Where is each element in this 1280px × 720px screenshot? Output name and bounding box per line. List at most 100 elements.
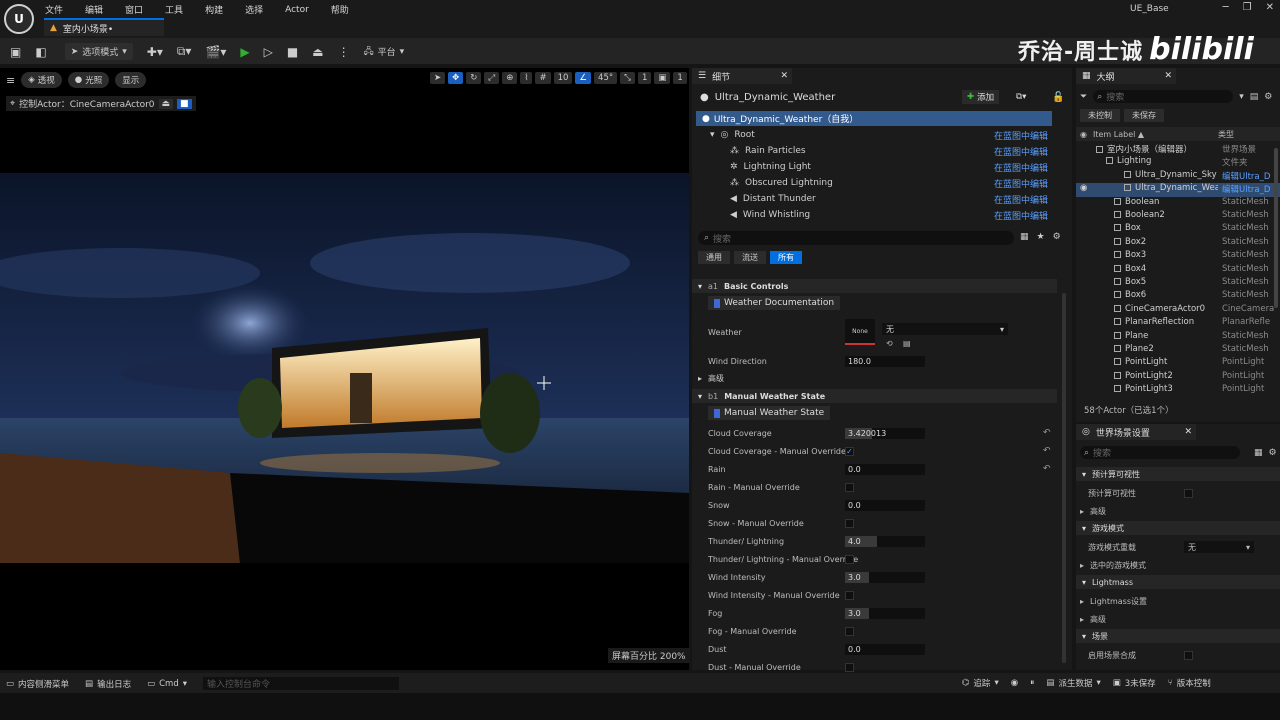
hamburger-icon[interactable]: ≡ bbox=[6, 74, 15, 87]
prop-value-field[interactable]: 3.0 bbox=[845, 571, 925, 583]
override-checkbox[interactable] bbox=[845, 554, 854, 564]
play-icon[interactable]: ▶ bbox=[240, 45, 249, 59]
outliner-search-input[interactable]: ⌕ 搜索 bbox=[1093, 90, 1234, 103]
weather-thumbnail[interactable]: None bbox=[845, 319, 875, 345]
outliner-row[interactable]: Box4 StaticMesh bbox=[1076, 264, 1280, 278]
eject-icon[interactable]: ⏏ bbox=[312, 45, 323, 59]
filter-all[interactable]: 所有 bbox=[770, 251, 802, 264]
reset-to-default-icon[interactable]: ↶ bbox=[1043, 428, 1051, 438]
add-component-button[interactable]: ✚ 添加 bbox=[962, 90, 1000, 104]
close-icon[interactable]: ✕ bbox=[1266, 2, 1274, 13]
lock-icon[interactable]: 🔓 bbox=[1052, 92, 1064, 103]
prop-value-field[interactable]: 4.0 bbox=[845, 535, 925, 547]
reset-to-default-icon[interactable]: ↶ bbox=[1043, 464, 1051, 474]
prop-value-field[interactable]: 3.0 bbox=[845, 607, 925, 619]
outliner-row[interactable]: CineCameraActor0 CineCamera bbox=[1076, 304, 1280, 318]
override-checkbox[interactable] bbox=[845, 482, 854, 492]
edit-in-blueprint-link[interactable]: 在蓝图中编辑 bbox=[994, 193, 1048, 206]
settings-gear-icon[interactable]: ⚙ bbox=[1269, 448, 1277, 458]
menu-file[interactable]: 文件 bbox=[45, 3, 63, 16]
grid-snap-icon[interactable]: # bbox=[535, 72, 551, 84]
override-checkbox[interactable]: ✓ bbox=[845, 446, 854, 456]
menu-build[interactable]: 构建 bbox=[205, 3, 223, 16]
component-obscured-lightning[interactable]: ⁂ Obscured Lightning 在蓝图中编辑 bbox=[696, 175, 1052, 191]
component-self[interactable]: ● Ultra_Dynamic_Weather（自我） bbox=[696, 111, 1052, 126]
world-icon[interactable]: ⊕ bbox=[502, 72, 518, 84]
world-section[interactable]: ▾ 预计算可视性 bbox=[1076, 467, 1280, 481]
outliner-row[interactable]: Box3 StaticMesh bbox=[1076, 250, 1280, 264]
maximize-icon[interactable]: ❐ bbox=[1243, 2, 1252, 13]
level-tab[interactable]: ▲ 室内小场景• bbox=[44, 18, 164, 36]
prop-value-field[interactable]: 0.0 bbox=[845, 643, 925, 655]
outliner-row[interactable]: PlanarReflection PlanarRefle bbox=[1076, 317, 1280, 331]
add-actor-icon[interactable]: ✚▾ bbox=[147, 45, 163, 59]
add-folder-icon[interactable]: ▤ bbox=[1250, 92, 1259, 102]
actor-type[interactable]: 编辑Ultra_D bbox=[1222, 183, 1278, 195]
grid-size[interactable]: 10 bbox=[553, 72, 573, 84]
details-tab[interactable]: ☰ 细节 ✕ bbox=[692, 68, 792, 84]
prop-value-field[interactable]: 0.0 bbox=[845, 463, 925, 475]
show-button[interactable]: 显示 bbox=[115, 72, 147, 88]
blueprint-options-icon[interactable]: ⧉▾ bbox=[1016, 92, 1026, 102]
prop-value-field[interactable]: 3.420013 bbox=[845, 427, 925, 439]
surface-snap-icon[interactable]: ⌇ bbox=[520, 72, 533, 84]
rotate-icon[interactable]: ↻ bbox=[466, 72, 482, 84]
save-icon[interactable]: ▣ bbox=[10, 45, 21, 59]
stop-icon[interactable]: ■ bbox=[287, 45, 298, 59]
outliner-row[interactable]: 室内小场景（编辑器） 世界场景 bbox=[1076, 143, 1280, 157]
lit-button[interactable]: ● 光照 bbox=[67, 72, 110, 88]
outliner-tab[interactable]: ▦ 大纲 ✕ bbox=[1076, 68, 1176, 84]
prop-value-field[interactable]: 0.0 bbox=[845, 499, 925, 511]
cmd-select[interactable]: ▭ Cmd ▾ bbox=[147, 679, 187, 689]
unsaved-filter[interactable]: 未控制 bbox=[1080, 109, 1120, 122]
record-icon[interactable]: ◉ bbox=[1011, 678, 1018, 688]
col-type[interactable]: 类型 bbox=[1218, 129, 1234, 140]
world-subsection[interactable]: ▸ 高级 bbox=[1080, 503, 1270, 519]
not-saved-filter[interactable]: 未保存 bbox=[1124, 109, 1164, 122]
override-checkbox[interactable] bbox=[845, 626, 854, 636]
blueprint-icon[interactable]: ⧉▾ bbox=[177, 44, 192, 59]
component-root[interactable]: ▾ ◎ Root 在蓝图中编辑 bbox=[696, 127, 1052, 143]
settings-gear-icon[interactable]: ⚙ bbox=[1053, 232, 1061, 242]
unreal-logo-icon[interactable]: U bbox=[4, 4, 34, 34]
close-tab-icon[interactable]: ✕ bbox=[1164, 71, 1172, 81]
edit-in-blueprint-link[interactable]: 在蓝图中编辑 bbox=[994, 129, 1048, 142]
favorite-star-icon[interactable]: ★ bbox=[1037, 232, 1045, 242]
outliner-row[interactable]: Boolean2 StaticMesh bbox=[1076, 210, 1280, 224]
chevron-down-icon[interactable]: ▾ bbox=[1239, 92, 1244, 102]
component-rain-particles[interactable]: ⁂ Rain Particles 在蓝图中编辑 bbox=[696, 143, 1052, 159]
world-settings-tab[interactable]: ◎ 世界场景设置 ✕ bbox=[1076, 424, 1196, 440]
grid-view-icon[interactable]: ▦ bbox=[1020, 232, 1029, 242]
mode-select[interactable]: ➤ 选项模式 ▾ bbox=[64, 43, 133, 60]
camera-lock-icon[interactable]: ■ bbox=[177, 98, 192, 109]
world-section[interactable]: ▾ 游戏模式 bbox=[1076, 521, 1280, 535]
section-manual-weather[interactable]: ▾ b1 Manual Weather State bbox=[692, 389, 1057, 403]
eye-icon[interactable]: ◉ bbox=[1080, 183, 1087, 193]
override-checkbox[interactable] bbox=[845, 590, 854, 600]
menu-actor[interactable]: Actor bbox=[285, 5, 309, 15]
scale-size[interactable]: 1 bbox=[637, 72, 652, 84]
outliner-scrollbar[interactable] bbox=[1274, 148, 1278, 308]
advance-frame-icon[interactable]: ▷ bbox=[264, 45, 273, 59]
reset-to-default-icon[interactable]: ↶ bbox=[1043, 446, 1051, 456]
edit-in-blueprint-link[interactable]: 在蓝图中编辑 bbox=[994, 177, 1048, 190]
select-icon[interactable]: ➤ bbox=[430, 72, 446, 84]
component-distant-thunder[interactable]: ◀ Distant Thunder 在蓝图中编辑 bbox=[696, 191, 1052, 207]
weather-documentation-button[interactable]: Weather Documentation bbox=[708, 296, 841, 310]
console-command-input[interactable]: 输入控制台命令 bbox=[203, 677, 400, 690]
outliner-row[interactable]: Lighting 文件夹 bbox=[1076, 156, 1280, 170]
close-tab-icon[interactable]: ✕ bbox=[1184, 427, 1192, 437]
edit-in-blueprint-link[interactable]: 在蓝图中编辑 bbox=[994, 145, 1048, 158]
outliner-row[interactable]: Ultra_Dynamic_Sky 编辑Ultra_D bbox=[1076, 170, 1280, 184]
eject-pilot-icon[interactable]: ⏏ bbox=[158, 98, 174, 109]
prop-checkbox[interactable] bbox=[1184, 650, 1193, 660]
outliner-row[interactable]: Box6 StaticMesh bbox=[1076, 290, 1280, 304]
override-checkbox[interactable] bbox=[845, 662, 854, 672]
outliner-row[interactable]: PointLight3 PointLight bbox=[1076, 384, 1280, 398]
outliner-row[interactable]: Box StaticMesh bbox=[1076, 223, 1280, 237]
outliner-row[interactable]: Boolean StaticMesh bbox=[1076, 197, 1280, 211]
override-checkbox[interactable] bbox=[845, 518, 854, 528]
camera-speed-icon[interactable]: ▣ bbox=[654, 72, 671, 84]
unsaved-button[interactable]: ▣ 3未保存 bbox=[1113, 677, 1156, 689]
output-log-button[interactable]: ▤ 输出日志 bbox=[85, 678, 131, 690]
